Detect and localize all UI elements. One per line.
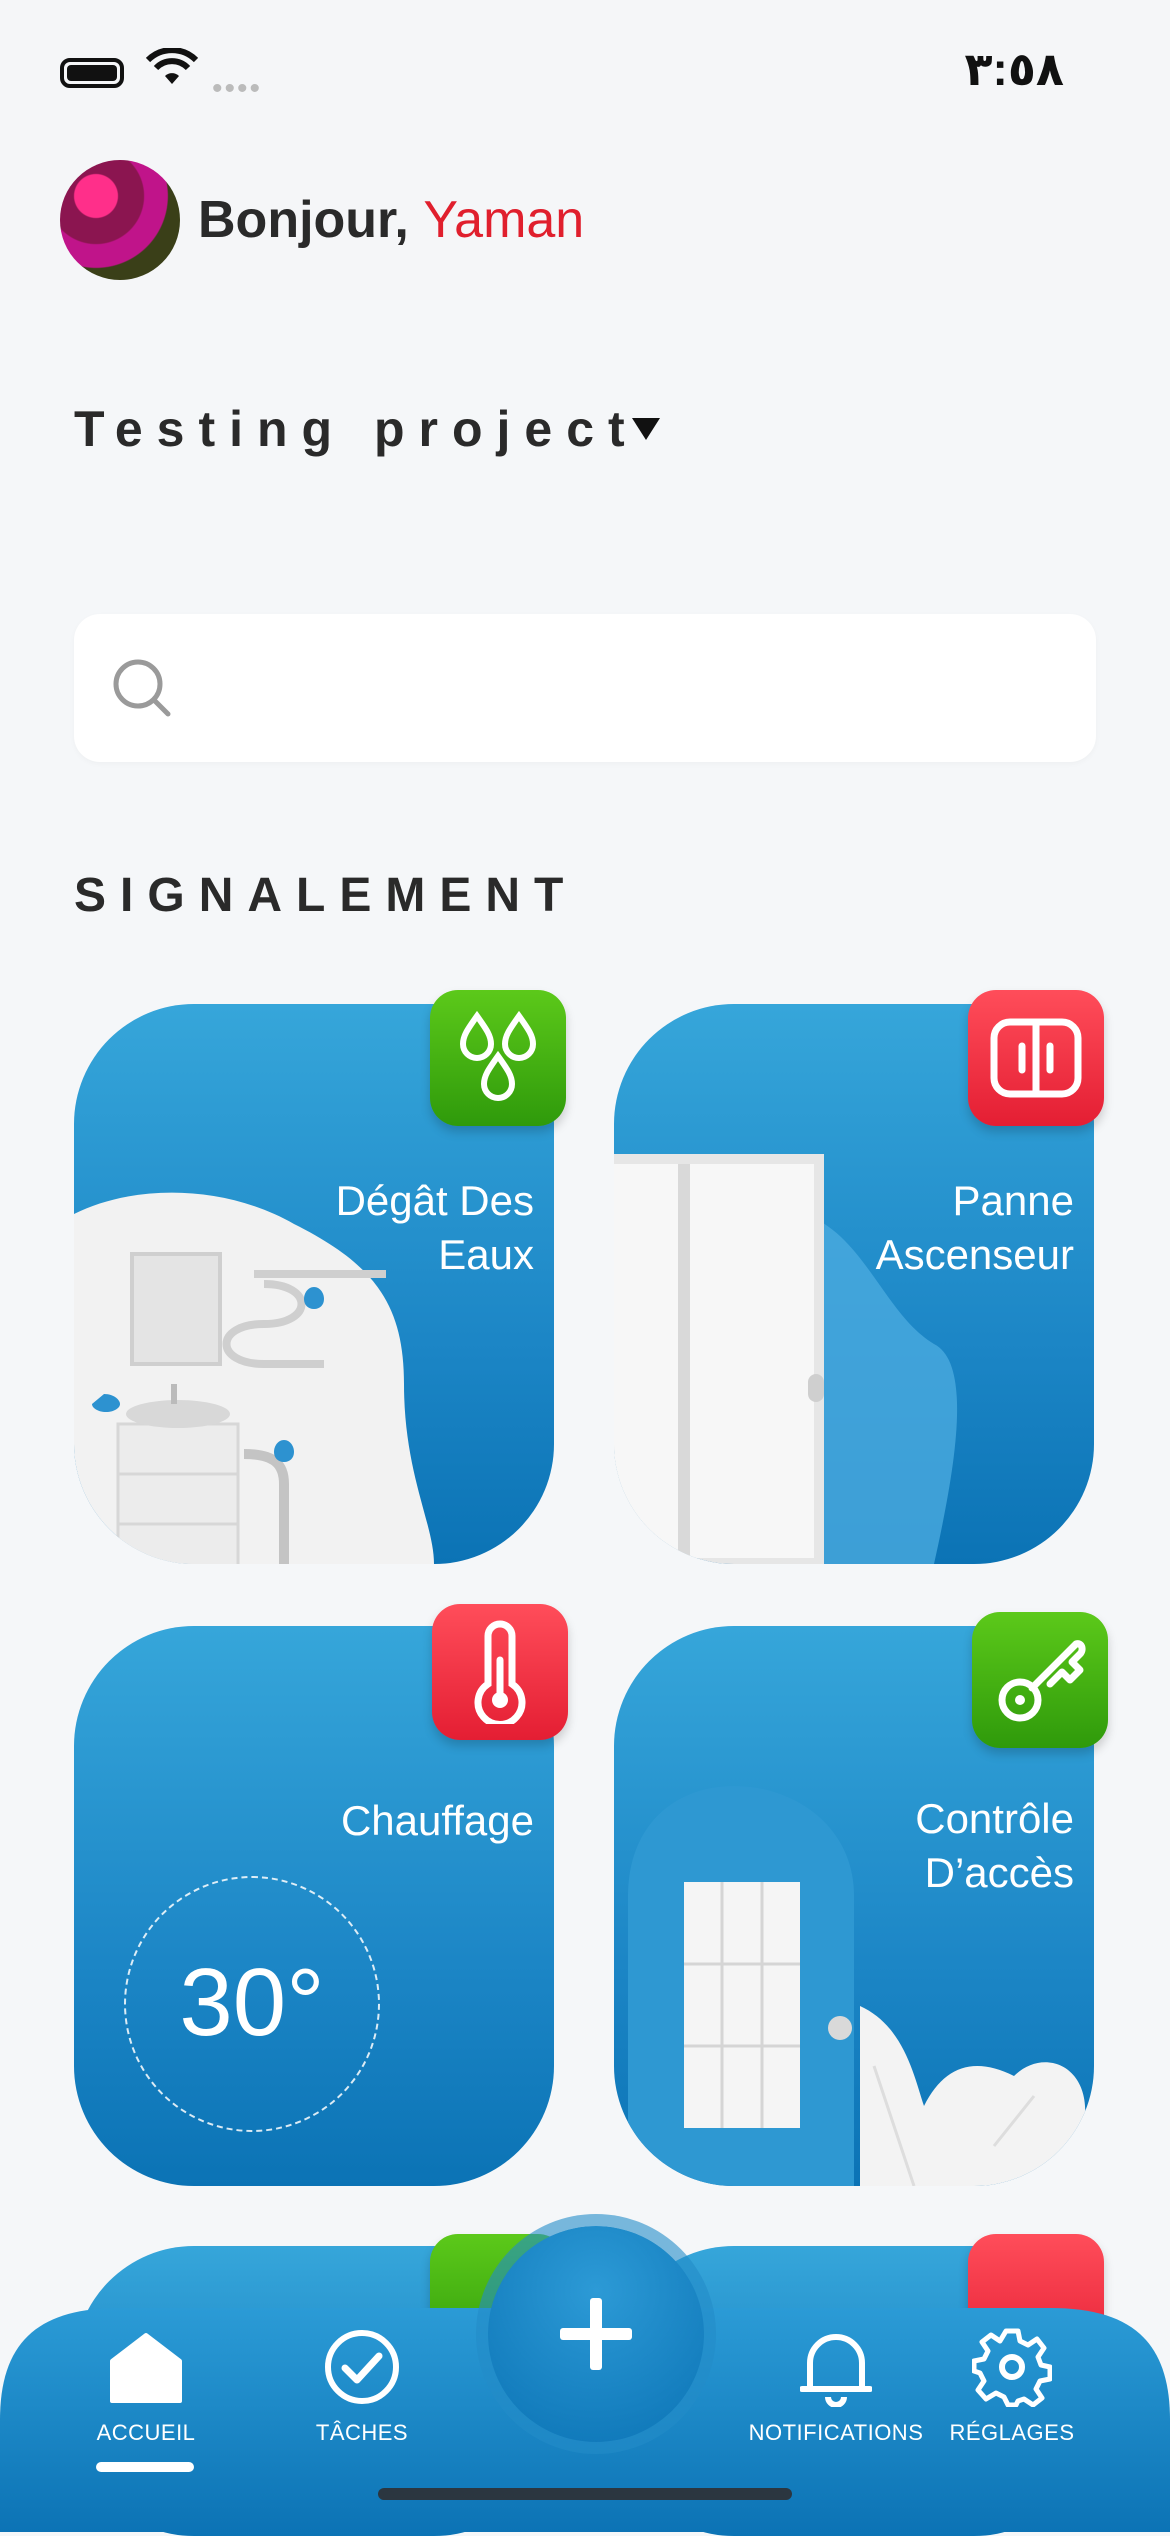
nav-item-home[interactable]: ACCUEIL xyxy=(46,2322,246,2446)
key-icon xyxy=(998,1640,1086,1722)
temperature-value: 30° xyxy=(179,1949,325,2056)
nav-label-home: ACCUEIL xyxy=(96,2420,196,2445)
nav-item-notifications[interactable]: NOTIFICATIONS xyxy=(736,2322,936,2446)
home-indicator xyxy=(378,2488,792,2500)
card-label: Contrôle D’accès xyxy=(915,1792,1074,1900)
search-bar[interactable] xyxy=(74,614,1096,762)
card-label: Dégât Des Eaux xyxy=(336,1174,534,1282)
card-label-line2: D’accès xyxy=(924,1849,1074,1896)
home-icon xyxy=(110,2333,182,2403)
badge-water-damage[interactable] xyxy=(430,990,566,1126)
badge-access-control[interactable] xyxy=(972,1612,1108,1748)
gear-icon xyxy=(972,2328,1052,2407)
header: Bonjour, Yaman xyxy=(0,140,1170,300)
wifi-icon xyxy=(146,48,198,84)
nav-item-settings[interactable]: RÉGLAGES xyxy=(912,2322,1112,2446)
card-label-line2: Eaux xyxy=(438,1231,534,1278)
section-title: SIGNALEMENT xyxy=(74,869,578,922)
card-label-line1: Contrôle xyxy=(915,1795,1074,1842)
card-label-line1: Chauffage xyxy=(340,1797,534,1844)
search-icon xyxy=(113,659,171,717)
water-drops-icon xyxy=(459,1010,537,1101)
nav-label-notifications: NOTIFICATIONS xyxy=(748,2420,924,2445)
badge-heating[interactable] xyxy=(432,1604,568,1740)
nav-label-settings: RÉGLAGES xyxy=(949,2420,1075,2445)
status-bar: •••• ٣:٥٨ xyxy=(0,0,1170,140)
card-label: Chauffage xyxy=(341,1794,534,1848)
battery-icon xyxy=(60,58,124,88)
card-label: Panne Ascenseur xyxy=(876,1174,1074,1282)
chevron-down-icon[interactable] xyxy=(632,418,660,440)
search-input[interactable] xyxy=(194,654,1058,724)
nav-label-tasks: TÂCHES xyxy=(315,2420,409,2445)
elevator-icon xyxy=(990,1018,1082,1098)
badge-elevator-failure[interactable] xyxy=(968,990,1104,1126)
bell-icon xyxy=(800,2334,872,2407)
greeting: Bonjour, Yaman xyxy=(198,190,584,250)
user-name: Yaman xyxy=(423,191,585,249)
card-label-line2: Ascenseur xyxy=(875,1231,1074,1278)
status-time: ٣:٥٨ xyxy=(964,43,1064,95)
plus-icon xyxy=(560,2298,632,2370)
greeting-text: Bonjour, xyxy=(198,191,409,249)
signal-icon: •••• xyxy=(212,72,263,105)
add-button[interactable] xyxy=(488,2226,704,2442)
project-selector[interactable]: Testing project xyxy=(74,400,639,458)
active-tab-indicator xyxy=(96,2462,194,2472)
thermometer-icon xyxy=(474,1620,526,1724)
card-label-line1: Panne xyxy=(952,1177,1074,1224)
card-label-line1: Dégât Des xyxy=(335,1177,534,1224)
avatar[interactable] xyxy=(60,160,180,280)
nav-item-tasks[interactable]: TÂCHES xyxy=(262,2322,462,2446)
check-circle-icon xyxy=(325,2330,399,2404)
